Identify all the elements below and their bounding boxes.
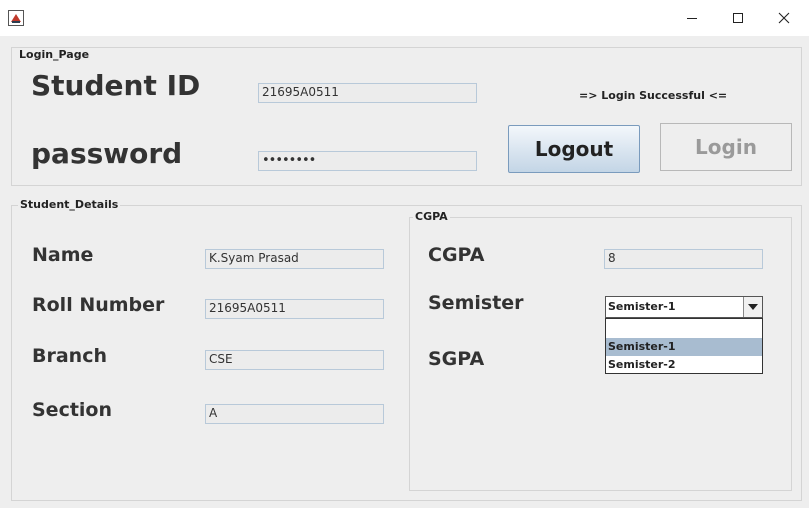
branch-field[interactable]: CSE	[205, 350, 384, 370]
logout-button[interactable]: Logout	[508, 125, 640, 173]
minimize-button[interactable]	[669, 0, 715, 36]
login-panel-legend: Login_Page	[17, 48, 92, 61]
semister-dropdown-list: Semister-1 Semister-2	[605, 318, 763, 374]
minimize-icon	[686, 9, 698, 28]
content-area: Login_Page Student ID 21695A0511 passwor…	[0, 36, 809, 508]
maximize-icon	[732, 9, 744, 28]
name-label: Name	[32, 244, 94, 266]
semister-label: Semister	[428, 292, 524, 314]
roll-number-field[interactable]: 21695A0511	[205, 299, 384, 319]
close-button[interactable]	[761, 0, 807, 36]
section-field[interactable]: A	[205, 404, 384, 424]
semister-combobox[interactable]: Semister-1	[605, 296, 763, 318]
student-id-field[interactable]: 21695A0511	[258, 83, 477, 103]
semister-option-1[interactable]: Semister-1	[606, 338, 762, 356]
student-id-label: Student ID	[31, 69, 201, 102]
section-label: Section	[32, 399, 113, 421]
password-field[interactable]: ••••••••	[258, 151, 477, 171]
branch-label: Branch	[32, 345, 107, 367]
app-window: Login_Page Student ID 21695A0511 passwor…	[0, 0, 809, 508]
roll-number-label: Roll Number	[32, 294, 165, 316]
java-app-icon	[8, 10, 24, 26]
student-details-legend: Student_Details	[18, 198, 121, 211]
chevron-down-icon[interactable]	[743, 297, 762, 317]
password-label: password	[31, 137, 183, 170]
name-field[interactable]: K.Syam Prasad	[205, 249, 384, 269]
title-bar	[0, 0, 809, 36]
login-button[interactable]: Login	[660, 123, 792, 171]
sgpa-label: SGPA	[428, 348, 485, 370]
maximize-button[interactable]	[715, 0, 761, 36]
semister-selected-value: Semister-1	[608, 300, 676, 313]
cgpa-label: CGPA	[428, 244, 485, 266]
cgpa-field[interactable]: 8	[604, 249, 763, 269]
login-status-text: => Login Successful <=	[579, 89, 728, 102]
semister-option-blank[interactable]	[606, 319, 762, 337]
semister-option-2[interactable]: Semister-2	[606, 356, 762, 374]
cgpa-panel-legend: CGPA	[413, 210, 450, 223]
close-icon	[778, 9, 790, 28]
